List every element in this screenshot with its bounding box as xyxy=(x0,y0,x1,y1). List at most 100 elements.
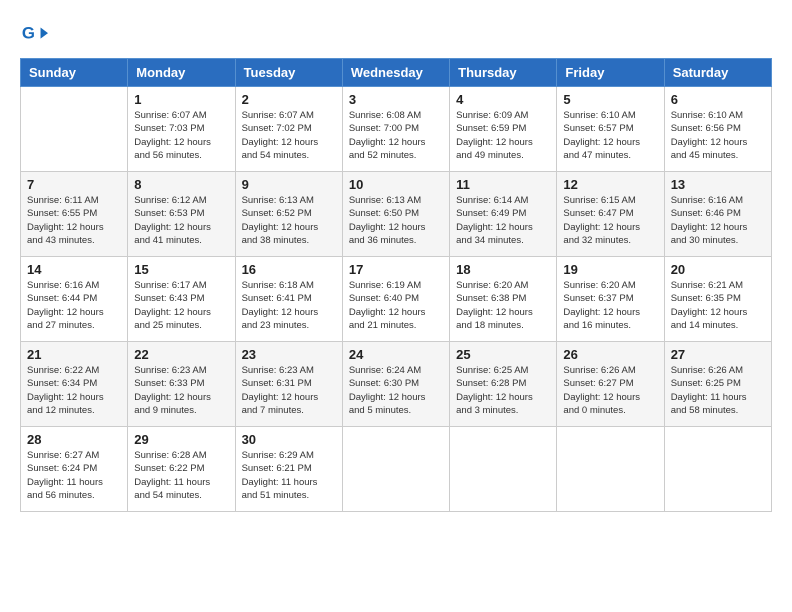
day-number: 23 xyxy=(242,347,336,362)
day-info: Sunrise: 6:26 AM Sunset: 6:27 PM Dayligh… xyxy=(563,364,657,417)
day-number: 14 xyxy=(27,262,121,277)
calendar-cell: 27 Sunrise: 6:26 AM Sunset: 6:25 PM Dayli… xyxy=(664,342,771,427)
day-info: Sunrise: 6:24 AM Sunset: 6:30 PM Dayligh… xyxy=(349,364,443,417)
calendar-week-row: 1 Sunrise: 6:07 AM Sunset: 7:03 PM Daylig… xyxy=(21,87,772,172)
calendar-cell: 28 Sunrise: 6:27 AM Sunset: 6:24 PM Dayli… xyxy=(21,427,128,512)
calendar-cell: 1 Sunrise: 6:07 AM Sunset: 7:03 PM Daylig… xyxy=(128,87,235,172)
day-number: 19 xyxy=(563,262,657,277)
calendar-cell: 25Sunrise: 6:25 AM Sunset: 6:28 PM Dayli… xyxy=(450,342,557,427)
day-info: Sunrise: 6:15 AM Sunset: 6:47 PM Dayligh… xyxy=(563,194,657,247)
day-number: 2 xyxy=(242,92,336,107)
calendar-cell: 30 Sunrise: 6:29 AM Sunset: 6:21 PM Dayli… xyxy=(235,427,342,512)
day-number: 22 xyxy=(134,347,228,362)
day-number: 7 xyxy=(27,177,121,192)
calendar-cell: 18 Sunrise: 6:20 AM Sunset: 6:38 PM Dayli… xyxy=(450,257,557,342)
day-info: Sunrise: 6:10 AM Sunset: 6:56 PM Dayligh… xyxy=(671,109,765,162)
calendar-week-row: 7 Sunrise: 6:11 AM Sunset: 6:55 PM Daylig… xyxy=(21,172,772,257)
calendar-table: SundayMondayTuesdayWednesdayThursdayFrid… xyxy=(20,58,772,512)
calendar-cell xyxy=(21,87,128,172)
logo-icon: G xyxy=(20,20,48,48)
calendar-cell xyxy=(557,427,664,512)
calendar-cell: 17Sunrise: 6:19 AM Sunset: 6:40 PM Dayli… xyxy=(342,257,449,342)
calendar-cell: 29 Sunrise: 6:28 AM Sunset: 6:22 PM Dayli… xyxy=(128,427,235,512)
day-number: 4 xyxy=(456,92,550,107)
day-info: Sunrise: 6:20 AM Sunset: 6:38 PM Dayligh… xyxy=(456,279,550,332)
day-number: 20 xyxy=(671,262,765,277)
day-info: Sunrise: 6:16 AM Sunset: 6:46 PM Dayligh… xyxy=(671,194,765,247)
calendar-week-row: 28 Sunrise: 6:27 AM Sunset: 6:24 PM Dayli… xyxy=(21,427,772,512)
calendar-cell: 20 Sunrise: 6:21 AM Sunset: 6:35 PM Dayli… xyxy=(664,257,771,342)
calendar-cell: 10 Sunrise: 6:13 AM Sunset: 6:50 PM Dayli… xyxy=(342,172,449,257)
calendar-cell xyxy=(664,427,771,512)
calendar-cell: 9Sunrise: 6:13 AM Sunset: 6:52 PM Daylig… xyxy=(235,172,342,257)
calendar-cell: 13 Sunrise: 6:16 AM Sunset: 6:46 PM Dayli… xyxy=(664,172,771,257)
day-number: 24 xyxy=(349,347,443,362)
calendar-cell: 14Sunrise: 6:16 AM Sunset: 6:44 PM Dayli… xyxy=(21,257,128,342)
calendar-cell: 26 Sunrise: 6:26 AM Sunset: 6:27 PM Dayli… xyxy=(557,342,664,427)
day-number: 13 xyxy=(671,177,765,192)
calendar-cell: 24 Sunrise: 6:24 AM Sunset: 6:30 PM Dayli… xyxy=(342,342,449,427)
day-info: Sunrise: 6:28 AM Sunset: 6:22 PM Dayligh… xyxy=(134,449,228,502)
day-number: 18 xyxy=(456,262,550,277)
day-info: Sunrise: 6:14 AM Sunset: 6:49 PM Dayligh… xyxy=(456,194,550,247)
day-info: Sunrise: 6:12 AM Sunset: 6:53 PM Dayligh… xyxy=(134,194,228,247)
day-number: 26 xyxy=(563,347,657,362)
calendar-cell: 22 Sunrise: 6:23 AM Sunset: 6:33 PM Dayli… xyxy=(128,342,235,427)
svg-text:G: G xyxy=(22,24,35,43)
logo: G xyxy=(20,20,52,48)
day-info: Sunrise: 6:27 AM Sunset: 6:24 PM Dayligh… xyxy=(27,449,121,502)
day-info: Sunrise: 6:23 AM Sunset: 6:31 PM Dayligh… xyxy=(242,364,336,417)
page-header: G xyxy=(20,20,772,48)
day-number: 1 xyxy=(134,92,228,107)
calendar-cell: 4 Sunrise: 6:09 AM Sunset: 6:59 PM Daylig… xyxy=(450,87,557,172)
calendar-cell: 2 Sunrise: 6:07 AM Sunset: 7:02 PM Daylig… xyxy=(235,87,342,172)
day-number: 9 xyxy=(242,177,336,192)
day-info: Sunrise: 6:13 AM Sunset: 6:50 PM Dayligh… xyxy=(349,194,443,247)
calendar-cell: 15 Sunrise: 6:17 AM Sunset: 6:43 PM Dayli… xyxy=(128,257,235,342)
day-number: 15 xyxy=(134,262,228,277)
day-info: Sunrise: 6:10 AM Sunset: 6:57 PM Dayligh… xyxy=(563,109,657,162)
weekday-header: Tuesday xyxy=(235,59,342,87)
day-number: 11 xyxy=(456,177,550,192)
calendar-cell xyxy=(342,427,449,512)
calendar-cell: 21Sunrise: 6:22 AM Sunset: 6:34 PM Dayli… xyxy=(21,342,128,427)
day-info: Sunrise: 6:20 AM Sunset: 6:37 PM Dayligh… xyxy=(563,279,657,332)
day-info: Sunrise: 6:29 AM Sunset: 6:21 PM Dayligh… xyxy=(242,449,336,502)
day-info: Sunrise: 6:25 AM Sunset: 6:28 PM Dayligh… xyxy=(456,364,550,417)
weekday-header: Wednesday xyxy=(342,59,449,87)
day-number: 12 xyxy=(563,177,657,192)
calendar-cell: 11 Sunrise: 6:14 AM Sunset: 6:49 PM Dayli… xyxy=(450,172,557,257)
day-info: Sunrise: 6:23 AM Sunset: 6:33 PM Dayligh… xyxy=(134,364,228,417)
day-number: 27 xyxy=(671,347,765,362)
calendar-cell: 3Sunrise: 6:08 AM Sunset: 7:00 PM Daylig… xyxy=(342,87,449,172)
day-info: Sunrise: 6:21 AM Sunset: 6:35 PM Dayligh… xyxy=(671,279,765,332)
day-info: Sunrise: 6:18 AM Sunset: 6:41 PM Dayligh… xyxy=(242,279,336,332)
day-info: Sunrise: 6:07 AM Sunset: 7:03 PM Dayligh… xyxy=(134,109,228,162)
day-number: 5 xyxy=(563,92,657,107)
day-info: Sunrise: 6:09 AM Sunset: 6:59 PM Dayligh… xyxy=(456,109,550,162)
day-number: 10 xyxy=(349,177,443,192)
day-info: Sunrise: 6:07 AM Sunset: 7:02 PM Dayligh… xyxy=(242,109,336,162)
weekday-header: Monday xyxy=(128,59,235,87)
day-info: Sunrise: 6:19 AM Sunset: 6:40 PM Dayligh… xyxy=(349,279,443,332)
day-number: 29 xyxy=(134,432,228,447)
day-number: 3 xyxy=(349,92,443,107)
day-number: 28 xyxy=(27,432,121,447)
calendar-cell: 16 Sunrise: 6:18 AM Sunset: 6:41 PM Dayli… xyxy=(235,257,342,342)
day-info: Sunrise: 6:26 AM Sunset: 6:25 PM Dayligh… xyxy=(671,364,765,417)
weekday-header: Thursday xyxy=(450,59,557,87)
calendar-cell: 23 Sunrise: 6:23 AM Sunset: 6:31 PM Dayli… xyxy=(235,342,342,427)
calendar-cell xyxy=(450,427,557,512)
calendar-cell: 8 Sunrise: 6:12 AM Sunset: 6:53 PM Daylig… xyxy=(128,172,235,257)
day-number: 21 xyxy=(27,347,121,362)
calendar-week-row: 21Sunrise: 6:22 AM Sunset: 6:34 PM Dayli… xyxy=(21,342,772,427)
day-number: 8 xyxy=(134,177,228,192)
calendar-cell: 6Sunrise: 6:10 AM Sunset: 6:56 PM Daylig… xyxy=(664,87,771,172)
day-info: Sunrise: 6:11 AM Sunset: 6:55 PM Dayligh… xyxy=(27,194,121,247)
calendar-cell: 7 Sunrise: 6:11 AM Sunset: 6:55 PM Daylig… xyxy=(21,172,128,257)
day-info: Sunrise: 6:17 AM Sunset: 6:43 PM Dayligh… xyxy=(134,279,228,332)
day-number: 16 xyxy=(242,262,336,277)
calendar-cell: 19 Sunrise: 6:20 AM Sunset: 6:37 PM Dayli… xyxy=(557,257,664,342)
day-number: 30 xyxy=(242,432,336,447)
weekday-header: Friday xyxy=(557,59,664,87)
